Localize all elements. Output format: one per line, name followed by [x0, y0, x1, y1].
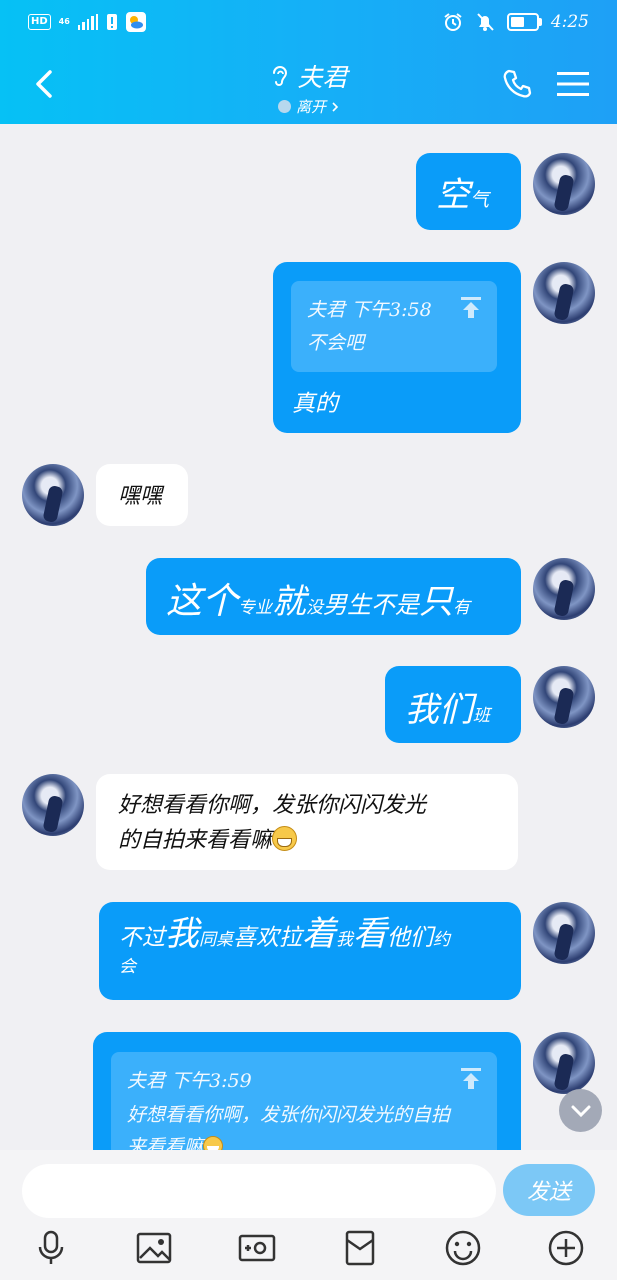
message-text: 的自拍来看看嘛 — [118, 828, 273, 853]
message-text: 同桌 — [199, 930, 233, 950]
message-text: 真的 — [292, 391, 338, 417]
message-text: 好想看看你啊，发张你闪闪发光 — [118, 793, 427, 818]
message-text: 空 — [436, 175, 470, 215]
camera-icon — [238, 1234, 276, 1262]
red-packet-button[interactable] — [340, 1228, 380, 1268]
message-bubble[interactable]: 空气 — [416, 153, 521, 230]
message-text: 这个 — [166, 581, 239, 622]
more-button[interactable] — [546, 1228, 586, 1268]
ear-icon — [273, 66, 288, 86]
message-text: 我 — [165, 914, 199, 954]
quote-sender: 夫君 下午3:59 — [127, 1070, 252, 1092]
my-avatar[interactable] — [533, 153, 595, 215]
message-bubble[interactable]: 不过我同桌喜欢拉着我看他们约 会 — [99, 902, 521, 1000]
message-text: 喜欢拉 — [233, 925, 302, 951]
plus-icon — [548, 1230, 584, 1266]
image-icon — [136, 1232, 172, 1264]
hd-badge: HD — [28, 14, 51, 30]
message-text: 气 — [470, 189, 490, 211]
jump-to-top-icon[interactable] — [461, 1068, 481, 1090]
contact-avatar[interactable] — [22, 774, 84, 836]
red-packet-icon — [345, 1230, 375, 1266]
contact-status[interactable]: 离开 — [277, 96, 339, 117]
chat-title[interactable]: 夫君 — [269, 58, 348, 94]
microphone-icon — [38, 1230, 64, 1264]
mute-icon — [477, 13, 494, 31]
emoji-icon — [445, 1230, 481, 1266]
message-bubble[interactable]: 我们班 — [385, 666, 521, 743]
message-text: 班 — [473, 706, 490, 726]
grin-emoji-icon — [203, 1136, 224, 1150]
clock-time: 4:25 — [550, 12, 589, 32]
message-text: 嘿嘿 — [118, 484, 163, 509]
message-text: 专业 — [238, 598, 273, 618]
quote-text: 好想看看你啊，发张你闪闪发光的自拍 — [127, 1104, 451, 1126]
microphone-button[interactable] — [31, 1228, 71, 1268]
chevron-down-icon — [571, 1105, 590, 1117]
message-bubble[interactable]: 这个专业就没男生不是只有 — [146, 558, 521, 635]
emoji-button[interactable] — [443, 1228, 483, 1268]
status-bar: HD 46 4:25 — [0, 0, 617, 46]
chevron-right-icon — [332, 101, 339, 112]
message-bubble[interactable]: 好想看看你啊，发张你闪闪发光 的自拍来看看嘛 — [96, 774, 518, 870]
sim-alert-icon — [107, 14, 118, 30]
message-text: 只 — [419, 582, 454, 622]
contact-avatar[interactable] — [22, 464, 84, 526]
message-text: 我 — [336, 930, 353, 950]
clock-icon — [277, 100, 291, 113]
message-bubble[interactable]: 嘿嘿 — [96, 464, 188, 526]
quoted-message[interactable]: 夫君 下午3:58 不会吧 — [291, 281, 497, 372]
quote-sender: 夫君 下午3:58 — [307, 299, 432, 321]
jump-to-top-icon[interactable] — [461, 297, 481, 319]
quote-text: 不会吧 — [307, 332, 365, 354]
message-text: 约 — [433, 930, 450, 950]
message-bubble[interactable]: 夫君 下午3:59 好想看看你啊，发张你闪闪发光的自拍 来看看嘛 — [93, 1032, 521, 1150]
chat-header: HD 46 4:25 夫君 离开 — [0, 0, 617, 124]
phone-icon[interactable] — [502, 68, 534, 100]
message-text: 看 — [353, 914, 387, 954]
image-button[interactable] — [134, 1228, 174, 1268]
menu-icon[interactable] — [557, 71, 589, 97]
battery-icon — [506, 13, 542, 31]
message-text: 没 — [306, 598, 324, 618]
message-text: 有 — [453, 598, 471, 618]
signal-icon — [77, 14, 99, 30]
message-bubble[interactable]: 夫君 下午3:58 不会吧 真的 — [273, 262, 521, 433]
message-text: 他们 — [387, 925, 433, 951]
send-button[interactable]: 发送 — [503, 1164, 595, 1216]
message-text: 着 — [302, 914, 336, 954]
my-avatar[interactable] — [533, 666, 595, 728]
quoted-message[interactable]: 夫君 下午3:59 好想看看你啊，发张你闪闪发光的自拍 来看看嘛 — [111, 1052, 497, 1150]
composer-bar: 发送 — [0, 1150, 617, 1280]
scroll-to-bottom-button[interactable] — [559, 1089, 602, 1132]
message-text: 就 — [272, 582, 307, 622]
my-avatar[interactable] — [533, 262, 595, 324]
my-avatar[interactable] — [533, 902, 595, 964]
weather-app-icon — [126, 12, 147, 32]
my-avatar[interactable] — [533, 558, 595, 620]
my-avatar[interactable] — [533, 1032, 595, 1094]
camera-button[interactable] — [237, 1228, 277, 1268]
message-text: 会 — [119, 957, 136, 977]
message-text: 男生不是 — [323, 591, 420, 619]
message-input[interactable] — [22, 1164, 496, 1218]
alarm-icon — [444, 13, 462, 31]
contact-name: 夫君 — [297, 63, 348, 92]
grin-emoji-icon — [272, 826, 298, 851]
network-type: 46 — [58, 17, 70, 26]
status-text: 离开 — [295, 98, 326, 116]
message-text: 不过 — [119, 925, 165, 951]
quote-text: 来看看嘛 — [127, 1136, 204, 1150]
message-text: 我们 — [405, 690, 473, 730]
